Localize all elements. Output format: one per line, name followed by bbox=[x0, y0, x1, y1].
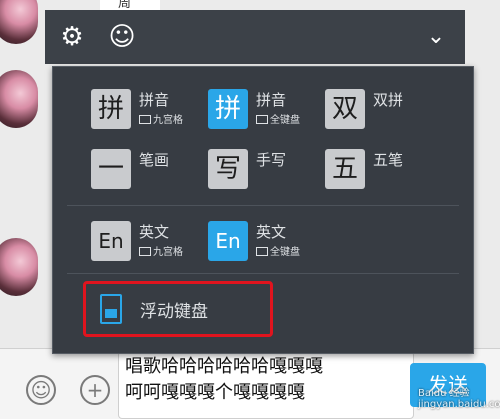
emoji-button[interactable]: ☺ bbox=[26, 375, 56, 405]
option-tile: 写 bbox=[208, 149, 248, 189]
option-sublabel: 九宫格 bbox=[139, 243, 183, 258]
watermark: Baidu 经验 jingyan.baidu.com bbox=[418, 388, 500, 410]
chevron-down-icon[interactable]: ⌄ bbox=[421, 22, 451, 52]
option-sublabel: 九宫格 bbox=[139, 111, 183, 126]
floating-keyboard-label: 浮动键盘 bbox=[140, 302, 208, 322]
keyboard-icon bbox=[256, 247, 268, 256]
option-label: 五笔 bbox=[373, 151, 404, 169]
option-tile: 拼 bbox=[91, 89, 131, 129]
ime-option-stroke[interactable]: 一 笔画 bbox=[91, 149, 191, 193]
floating-keyboard-button[interactable]: 浮动键盘 bbox=[83, 281, 273, 337]
ime-option-shuangpin[interactable]: 双 双拼 bbox=[325, 89, 425, 133]
smiley-icon[interactable]: ☺ bbox=[107, 22, 137, 52]
message-text-line: 呵呵嘎嘎嘎个嘎嘎嘎嘎 bbox=[125, 382, 305, 403]
ime-option-wubi[interactable]: 五 五笔 bbox=[325, 149, 425, 193]
ime-option-english-9key[interactable]: En 英文 九宫格 bbox=[91, 221, 191, 265]
option-label: 手写 bbox=[256, 151, 287, 169]
ime-option-pinyin-9key[interactable]: 拼 拼音 九宫格 bbox=[91, 89, 191, 133]
option-label: 英文 bbox=[256, 223, 287, 241]
divider bbox=[67, 273, 459, 274]
more-button[interactable]: + bbox=[80, 375, 110, 405]
option-tile: 一 bbox=[91, 149, 131, 189]
option-label: 双拼 bbox=[373, 91, 404, 109]
option-label: 拼音 bbox=[256, 91, 287, 109]
ime-toolbar: ⚙ ☺ ⌄ bbox=[45, 10, 465, 64]
input-method-panel: 拼 拼音 九宫格 拼 拼音 全键盘 双 双拼 一 笔画 写 手写 五 五笔 En… bbox=[52, 66, 474, 354]
message-input[interactable]: 唱歌哈哈哈哈哈哈嘎嘎嘎 呵呵嘎嘎嘎个嘎嘎嘎嘎 bbox=[118, 351, 414, 419]
smiley-icon: ☺ bbox=[30, 378, 52, 402]
option-tile: 拼 bbox=[208, 89, 248, 129]
keyboard-icon bbox=[139, 247, 151, 256]
floating-keyboard-icon bbox=[100, 294, 122, 324]
ime-option-pinyin-full[interactable]: 拼 拼音 全键盘 bbox=[208, 89, 308, 133]
plus-icon: + bbox=[86, 378, 104, 402]
option-tile: 双 bbox=[325, 89, 365, 129]
option-label: 拼音 bbox=[139, 91, 170, 109]
gear-icon[interactable]: ⚙ bbox=[57, 22, 87, 52]
ime-option-english-full[interactable]: En 英文 全键盘 bbox=[208, 221, 308, 265]
option-tile: En bbox=[91, 221, 131, 261]
avatar[interactable] bbox=[0, 238, 38, 296]
message-text-line: 唱歌哈哈哈哈哈哈嘎嘎嘎 bbox=[125, 356, 323, 377]
ime-option-handwriting[interactable]: 写 手写 bbox=[208, 149, 308, 193]
option-sublabel: 全键盘 bbox=[256, 111, 300, 126]
option-label: 英文 bbox=[139, 223, 170, 241]
avatar[interactable] bbox=[0, 70, 38, 128]
option-tile: 五 bbox=[325, 149, 365, 189]
keyboard-icon bbox=[256, 115, 268, 124]
divider bbox=[67, 205, 459, 206]
avatar[interactable] bbox=[0, 0, 38, 44]
option-sublabel: 全键盘 bbox=[256, 243, 300, 258]
option-label: 笔画 bbox=[139, 151, 170, 169]
option-tile: En bbox=[208, 221, 248, 261]
keyboard-icon bbox=[139, 115, 151, 124]
